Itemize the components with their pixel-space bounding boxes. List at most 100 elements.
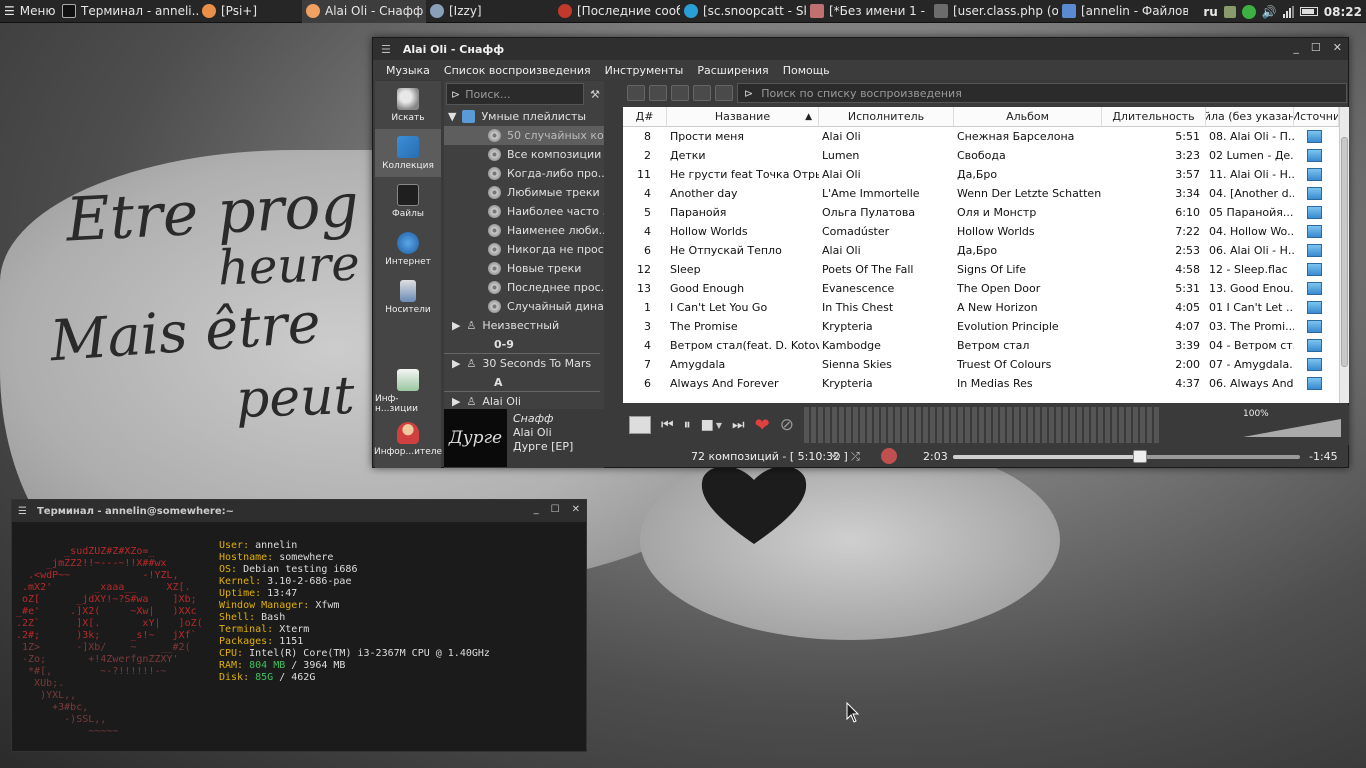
main-menu-button[interactable]: ☰ Меню <box>0 0 58 23</box>
copy-icon[interactable] <box>671 85 689 101</box>
playlist-search[interactable]: ⊳ Поиск по списку воспроизведения <box>737 83 1347 103</box>
album-cover[interactable]: Дурге <box>444 409 507 467</box>
sidebar-artist-info[interactable]: Инфор...ителе <box>374 415 442 463</box>
seek-knob[interactable] <box>1133 450 1148 463</box>
smart-playlists-header[interactable]: ▼ Умные плейлисты <box>444 107 604 126</box>
menu-music[interactable]: Музыка <box>379 64 437 77</box>
player-titlebar[interactable]: ☰ Alai Oli - Снафф _ ☐ ✕ <box>373 38 1348 60</box>
task-psi[interactable]: [Psi+] <box>198 0 302 23</box>
close-button[interactable]: ✕ <box>1333 41 1342 54</box>
update-ok-icon[interactable] <box>1241 4 1256 19</box>
repeat-icon[interactable]: ⟲ <box>831 450 840 463</box>
smart-playlist-item[interactable]: Никогда не прос... <box>444 240 604 259</box>
table-row[interactable]: 5 Паранойя Ольга Пулатова Оля и Монстр 6:10 0… <box>623 203 1339 222</box>
terminal-titlebar[interactable]: ☰ Терминал - annelin@somewhere:~ _ ☐ ✕ <box>12 500 586 522</box>
table-row[interactable]: 4 Hollow Worlds Comadúster Hollow Worlds 7:2… <box>623 222 1339 241</box>
sidebar-collection[interactable]: Коллекция <box>375 129 441 177</box>
table-row[interactable]: 2 Детки Lumen Свобода 3:23 02 Lumen - Де... <box>623 146 1339 165</box>
sidebar-song-info[interactable]: Инф-н...зиции <box>375 367 441 415</box>
menu-help[interactable]: Помощь <box>776 64 837 77</box>
network-icon[interactable] <box>1282 5 1294 18</box>
artist-item[interactable]: ▶ ♙ Неизвестный <box>444 316 604 335</box>
table-row[interactable]: 6 Не Отпускай Тепло Alai Oli Да,Бро 2:53 06. … <box>623 241 1339 260</box>
task-browser[interactable]: [Последние сооб... <box>554 0 680 23</box>
stop-button[interactable]: ■ <box>701 417 714 433</box>
save-playlist-icon[interactable] <box>649 85 667 101</box>
table-row[interactable]: 4 Another day L'Ame Immortelle Wenn Der Let… <box>623 184 1339 203</box>
ban-button[interactable]: ⊘ <box>780 415 794 435</box>
menu-tools[interactable]: Инструменты <box>598 64 691 77</box>
seek-slider[interactable] <box>953 450 1300 463</box>
col-artist[interactable]: Исполнитель <box>819 107 954 126</box>
maximize-button[interactable]: ☐ <box>551 504 560 515</box>
sidebar-internet[interactable]: Интернет <box>375 225 441 273</box>
sidebar-search[interactable]: Искать <box>375 81 441 129</box>
load-playlist-icon[interactable] <box>627 85 645 101</box>
table-row[interactable]: 1 I Can't Let You Go In This Chest A New Ho… <box>623 298 1339 317</box>
menu-playlist[interactable]: Список воспроизведения <box>437 64 598 77</box>
close-button[interactable]: ✕ <box>572 504 580 515</box>
smart-playlist-item[interactable]: Все композиции <box>444 145 604 164</box>
smart-playlist-item[interactable]: Любимые треки <box>444 183 604 202</box>
maximize-button[interactable]: ☐ <box>1311 41 1321 54</box>
pause-button[interactable]: ⏸ <box>684 417 691 433</box>
library-config-icon[interactable]: ⚒ <box>586 88 604 101</box>
col-track[interactable]: Д# <box>623 107 667 126</box>
col-filename[interactable]: йла (без указан <box>1206 107 1294 126</box>
task-code[interactable]: [user.class.php (o... <box>930 0 1058 23</box>
col-title[interactable]: Название ▲ <box>667 107 819 126</box>
sidebar-label: Коллекция <box>382 160 434 171</box>
clock[interactable]: 08:22 <box>1324 5 1362 19</box>
tray-app-icon[interactable] <box>1223 5 1236 18</box>
task-skype[interactable]: [sc.snoopcatt - Sky... <box>680 0 806 23</box>
task-izzy[interactable]: [Izzy] <box>426 0 554 23</box>
minimize-button[interactable]: _ <box>534 504 539 515</box>
sidebar-files[interactable]: Файлы <box>375 177 441 225</box>
window-menu-icon[interactable]: ☰ <box>18 506 27 517</box>
task-player[interactable]: Alai Oli - Снафф <box>302 0 426 23</box>
task-files[interactable]: [annelin - Файлов... <box>1058 0 1188 23</box>
keyboard-layout[interactable]: ru <box>1203 5 1217 19</box>
stop-menu-arrow-icon[interactable]: ▼ <box>716 421 722 430</box>
logo-line: _jmZZ2!!~---~!!X##wx <box>16 558 167 569</box>
col-length[interactable]: Длительность <box>1102 107 1206 126</box>
col-source[interactable]: Источни <box>1294 107 1339 126</box>
library-search[interactable]: ⊳ Поиск... <box>446 83 585 105</box>
window-menu-icon[interactable]: ☰ <box>373 43 399 56</box>
task-terminal[interactable]: Терминал - anneli... <box>58 0 198 23</box>
table-row[interactable]: 3 The Promise Krypteria Evolution Principle… <box>623 317 1339 336</box>
table-row[interactable]: 4 Ветром стал(feat. D. Kotov) Kambodge Ветр… <box>623 336 1339 355</box>
table-row[interactable]: 7 Amygdala Sienna Skies Truest Of Colours 2:… <box>623 355 1339 374</box>
scrollbar-thumb[interactable] <box>1341 137 1348 367</box>
artist-item[interactable]: ▶ ♙ 30 Seconds To Mars <box>444 354 604 373</box>
smart-playlist-item[interactable]: Когда-либо про... <box>444 164 604 183</box>
task-editor[interactable]: [*Без имени 1 - ... <box>806 0 930 23</box>
table-row[interactable]: 8 Прости меня Alai Oli Снежная Барселона 5:5… <box>623 127 1339 146</box>
smart-playlist-item[interactable]: 50 случайных ко... <box>444 126 604 145</box>
playlist-mode-icon[interactable] <box>629 416 651 434</box>
table-row[interactable]: 11 Не грусти feat Точка ОтрываAlai Oli Да,… <box>623 165 1339 184</box>
smart-playlist-item[interactable]: Наименее люби... <box>444 221 604 240</box>
playlist-scrollbar[interactable] <box>1339 107 1349 403</box>
smart-playlist-item[interactable]: Случайный дина... <box>444 297 604 316</box>
table-row[interactable]: 12 Sleep Poets Of The Fall Signs Of Life 4:5… <box>623 260 1339 279</box>
smart-playlist-item[interactable]: Последнее прос... <box>444 278 604 297</box>
table-row[interactable]: 6 Always And Forever Krypteria In Medias Re… <box>623 374 1339 393</box>
lastfm-icon[interactable] <box>881 448 897 464</box>
smart-playlist-item[interactable]: Наиболее часто ... <box>444 202 604 221</box>
table-row[interactable]: 13 Good Enough Evanescence The Open Door 5:3… <box>623 279 1339 298</box>
shuffle-icon[interactable]: ⤮ <box>851 450 860 464</box>
undo-icon[interactable] <box>693 85 711 101</box>
previous-button[interactable]: ⏮ <box>661 417 674 433</box>
menu-extensions[interactable]: Расширения <box>690 64 775 77</box>
smart-playlist-item[interactable]: Новые треки <box>444 259 604 278</box>
next-button[interactable]: ⏭ <box>732 417 745 433</box>
sidebar-devices[interactable]: Носители <box>375 273 441 321</box>
volume-icon[interactable]: 🔊 <box>1262 5 1277 19</box>
minimize-button[interactable]: _ <box>1293 41 1299 54</box>
redo-icon[interactable] <box>715 85 733 101</box>
col-album[interactable]: Альбом <box>954 107 1102 126</box>
battery-icon[interactable] <box>1299 7 1318 16</box>
love-button[interactable]: ❤ <box>755 415 770 436</box>
volume-control[interactable]: 100% <box>1243 409 1343 439</box>
